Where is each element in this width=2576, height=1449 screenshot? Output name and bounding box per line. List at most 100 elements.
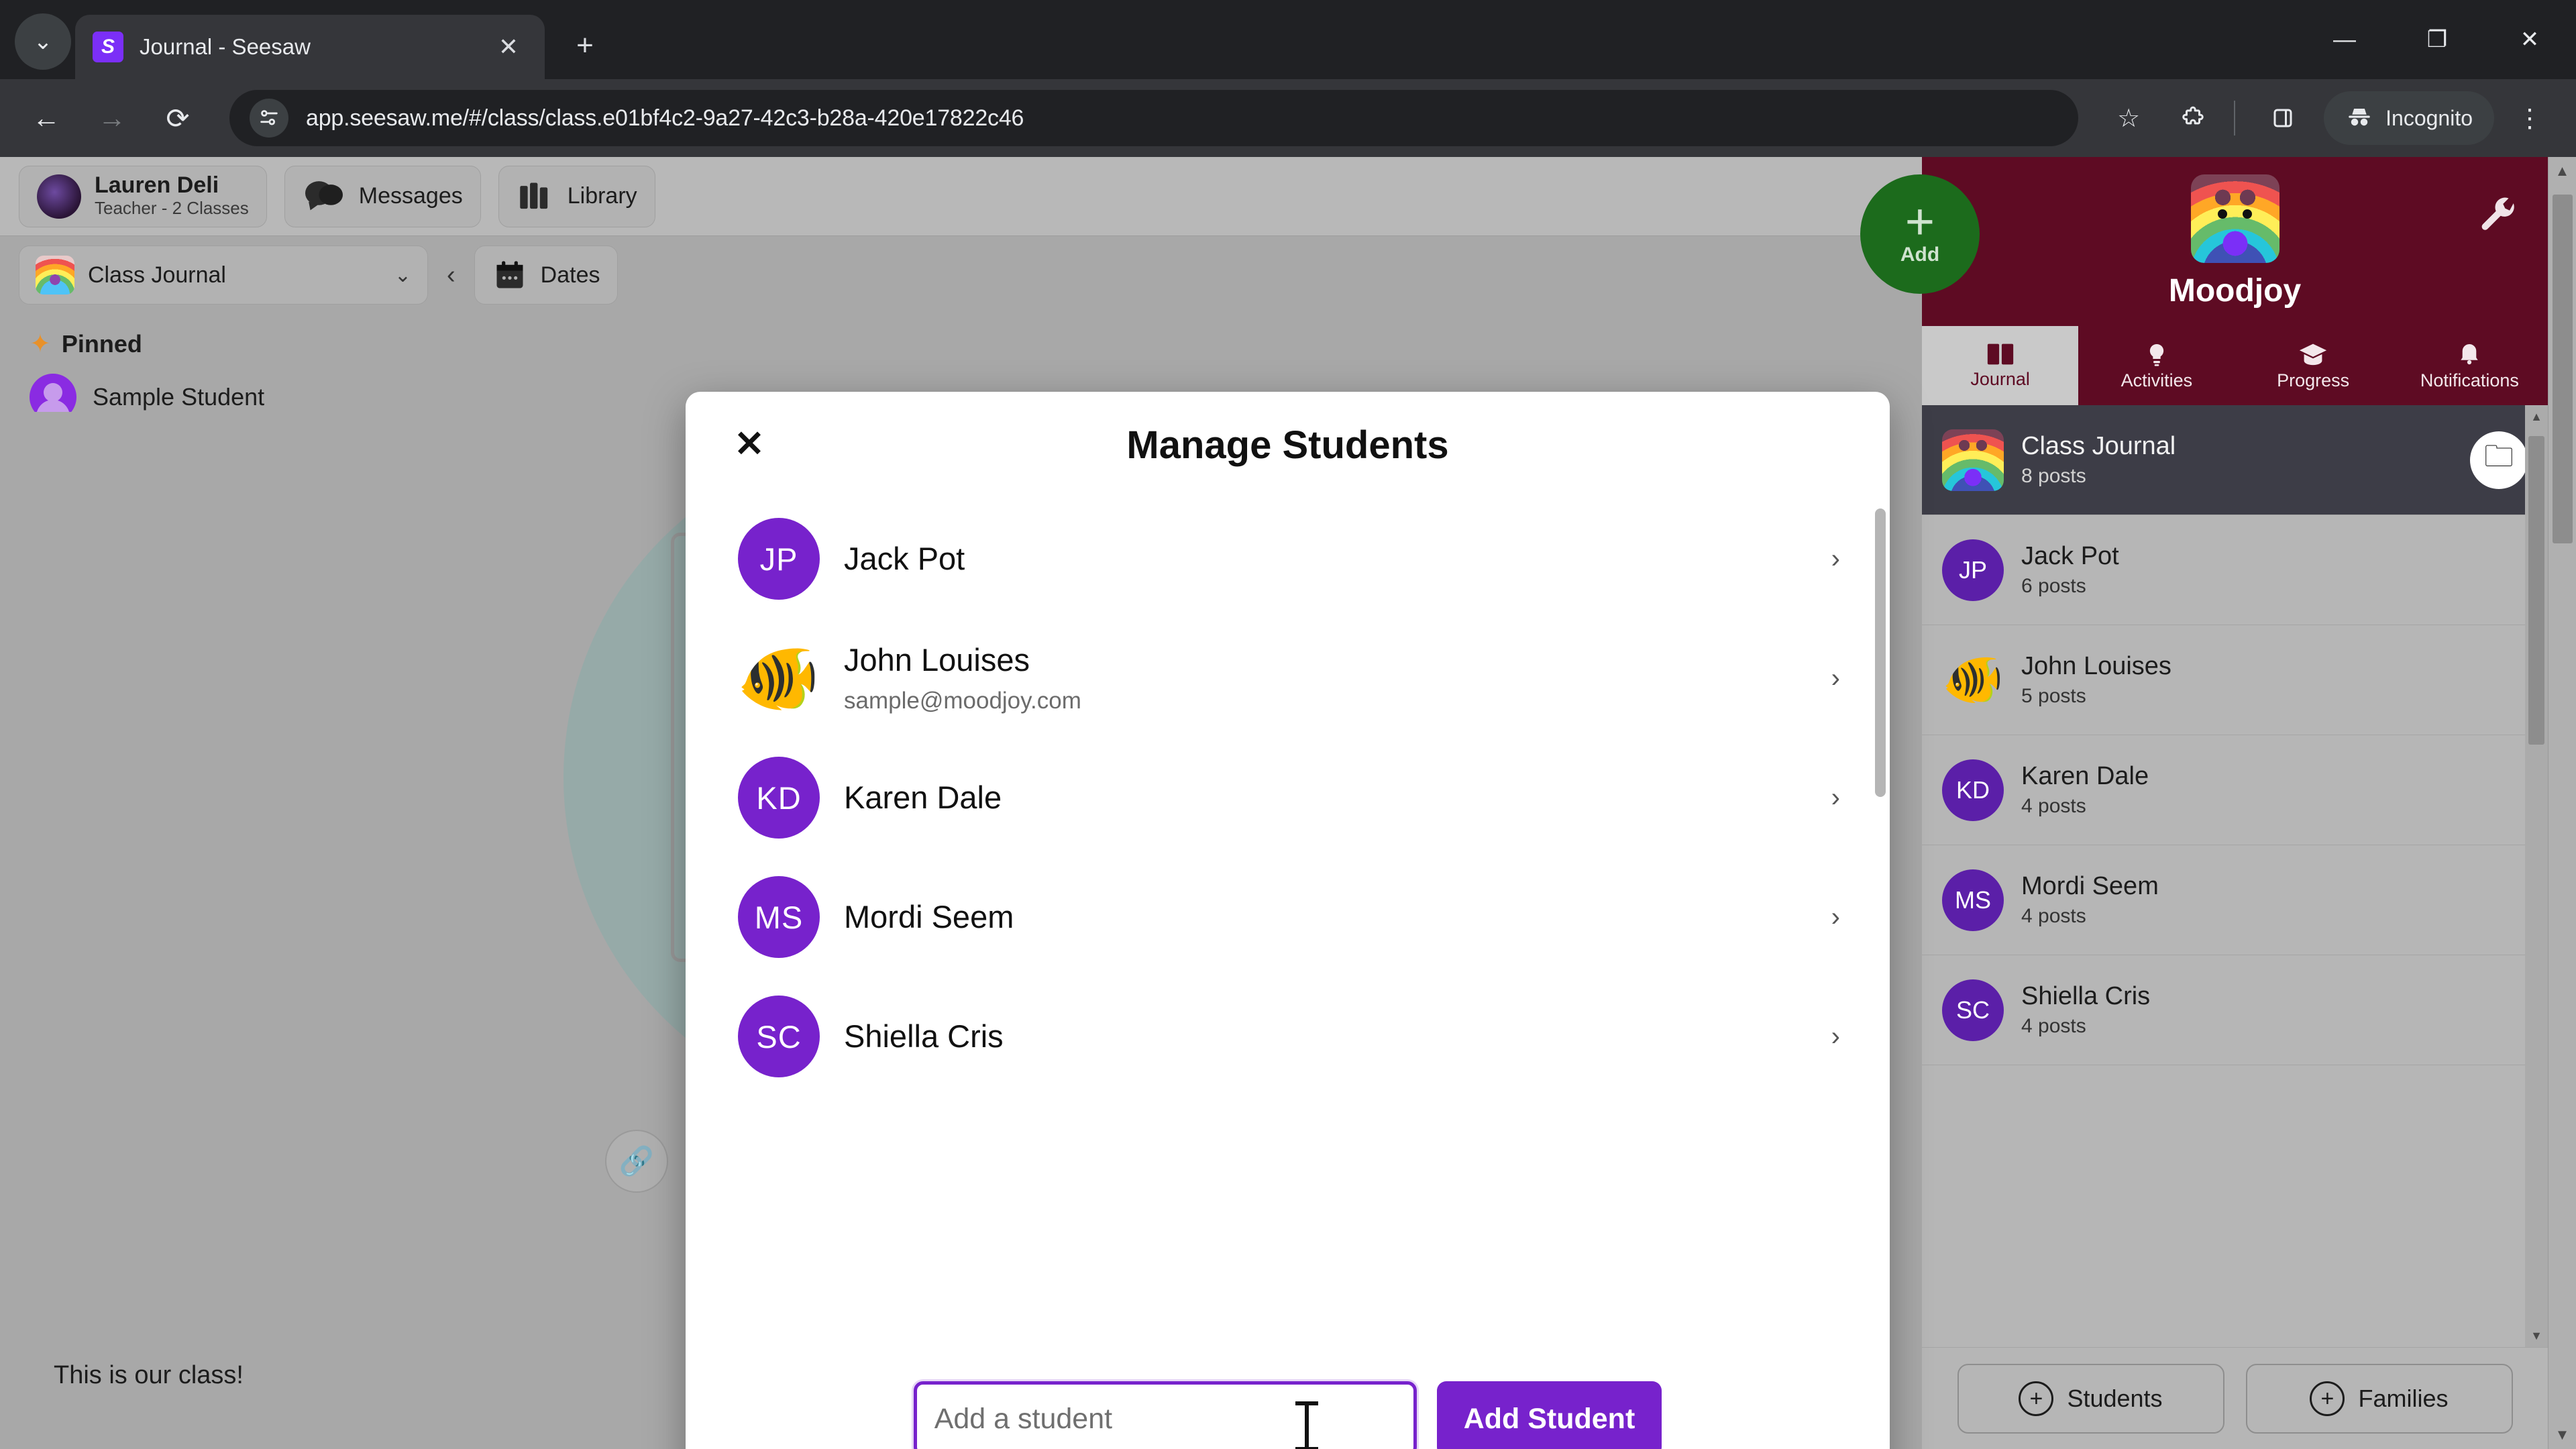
chevron-right-icon[interactable]: › (1831, 544, 1849, 574)
tab-activities[interactable]: Activities (2078, 326, 2235, 405)
chevron-left-icon[interactable]: ‹ (440, 261, 462, 290)
incognito-label: Incognito (2385, 105, 2473, 130)
avatar: MS (738, 876, 820, 958)
tab-notifications[interactable]: Notifications (2392, 326, 2548, 405)
bookmark-star-icon[interactable]: ☆ (2100, 89, 2157, 147)
teacher-profile-chip[interactable]: Lauren Deli Teacher - 2 Classes (19, 165, 267, 227)
browser-tab[interactable]: S Journal - Seesaw ✕ (75, 15, 545, 79)
close-icon[interactable]: ✕ (726, 420, 773, 467)
add-student-input[interactable] (913, 1381, 1417, 1449)
modal-footer: Add Student Paste list of student names (686, 1381, 1890, 1449)
table-row[interactable]: 🐠 John Louises sample@moodjoy.com › (686, 619, 1890, 738)
library-button[interactable]: Library (498, 165, 655, 227)
chevron-right-icon[interactable]: › (1831, 663, 1849, 694)
student-name: John Louises (844, 641, 1030, 678)
chevron-right-icon[interactable]: › (1831, 902, 1849, 932)
avatar: JP (738, 518, 820, 600)
maximize-icon[interactable]: ❐ (2391, 0, 2483, 79)
tab-activities-label: Activities (2121, 370, 2193, 390)
add-post-button[interactable]: + Add (1860, 174, 1980, 294)
incognito-badge[interactable]: Incognito (2324, 91, 2494, 145)
list-item-posts: 5 posts (2021, 684, 2086, 707)
avatar: SC (1942, 979, 2004, 1041)
list-item[interactable]: SC Shiella Cris 4 posts (1922, 955, 2548, 1065)
pin-star-icon: ✦ (30, 330, 51, 358)
student-name: Jack Pot (844, 541, 965, 577)
chevron-right-icon[interactable]: › (1831, 783, 1849, 813)
plus-circle-icon: + (2310, 1381, 2345, 1416)
list-item[interactable]: KD Karen Dale 4 posts (1922, 735, 2548, 845)
page-title: Manage Students (1126, 423, 1449, 467)
chrome-menu-icon[interactable]: ⋮ (2501, 89, 2559, 147)
avatar: MS (1942, 869, 2004, 931)
table-row[interactable]: JP Jack Pot › (686, 499, 1890, 619)
chevron-down-icon: ⌄ (394, 264, 411, 286)
toolbar-actions: ☆ Incognito ⋮ (2093, 89, 2559, 147)
back-icon[interactable]: ← (17, 89, 75, 147)
modal-scrollbar-thumb[interactable] (1875, 508, 1886, 797)
sidebar-tabs: Journal Activities Progress Notification… (1922, 326, 2548, 405)
table-row[interactable]: MS Mordi Seem › (686, 857, 1890, 977)
address-bar[interactable]: app.seesaw.me/#/class/class.e01bf4c2-9a2… (229, 90, 2079, 146)
extensions-icon[interactable] (2164, 89, 2222, 147)
add-families-label: Families (2358, 1384, 2449, 1412)
close-window-icon[interactable]: ✕ (2483, 0, 2576, 79)
chevron-right-icon[interactable]: › (1831, 1022, 1849, 1052)
avatar: SC (738, 996, 820, 1077)
folder-icon[interactable]: 🗀 (2470, 431, 2528, 489)
modal-scrollbar[interactable] (1871, 499, 1890, 1381)
browser-toolbar: ← → ⟳ app.seesaw.me/#/class/class.e01bf4… (0, 79, 2576, 157)
settings-wrench-icon[interactable] (2477, 195, 2518, 246)
list-item-posts: 6 posts (2021, 574, 2086, 597)
tab-journal[interactable]: Journal (1922, 326, 2079, 405)
library-books-icon (520, 182, 547, 209)
table-row[interactable]: KD Karen Dale › (686, 738, 1890, 857)
page-scroll-up-icon[interactable]: ▲ (2548, 157, 2576, 185)
student-name: Karen Dale (844, 780, 1002, 816)
avatar: KD (738, 757, 820, 839)
side-panel-icon[interactable] (2254, 89, 2312, 147)
page-scrollbar[interactable]: ▲ ▼ (2548, 157, 2576, 1449)
reload-icon[interactable]: ⟳ (149, 89, 207, 147)
link-icon[interactable]: 🔗 (605, 1130, 668, 1193)
text-cursor (1295, 1401, 1318, 1449)
scrollbar-thumb[interactable] (2528, 436, 2544, 745)
tab-progress[interactable]: Progress (2235, 326, 2392, 405)
list-item[interactable]: JP Jack Pot 6 posts (1922, 515, 2548, 625)
site-settings-icon[interactable] (250, 99, 288, 138)
list-item[interactable]: Class Journal 8 posts 🗀 (1922, 405, 2548, 515)
class-journal-select[interactable]: Class Journal ⌄ (19, 246, 428, 305)
tab-notifications-label: Notifications (2420, 370, 2519, 390)
list-item[interactable]: 🐠 John Louises 5 posts (1922, 625, 2548, 735)
post-caption: This is our class! (54, 1361, 244, 1389)
messages-button[interactable]: Messages (284, 165, 481, 227)
table-row[interactable]: SC Shiella Cris › (686, 977, 1890, 1096)
forward-icon[interactable]: → (83, 89, 141, 147)
student-email: sample@moodjoy.com (844, 688, 1081, 714)
tab-title: Journal - Seesaw (140, 34, 311, 59)
add-families-button[interactable]: + Families (2245, 1363, 2513, 1434)
scroll-down-icon[interactable]: ▼ (2525, 1324, 2548, 1347)
add-student-button[interactable]: Add Student (1436, 1381, 1662, 1449)
messages-label: Messages (358, 183, 463, 209)
fish-avatar-icon: 🐠 (1941, 651, 2004, 707)
plus-circle-icon: + (2019, 1381, 2054, 1416)
minimize-icon[interactable]: — (2298, 0, 2391, 79)
class-name: Moodjoy (2168, 272, 2302, 309)
plus-icon: + (1904, 193, 1935, 250)
tab-close-icon[interactable]: ✕ (490, 28, 527, 66)
new-tab-button[interactable]: + (558, 19, 612, 72)
scroll-up-icon[interactable]: ▲ (2525, 405, 2548, 428)
list-item-name: Karen Dale (2021, 762, 2149, 791)
calendar-icon (496, 261, 523, 288)
sidebar-scrollbar[interactable]: ▲ ▼ (2525, 405, 2548, 1347)
seesaw-favicon-icon: S (93, 32, 123, 62)
add-students-button[interactable]: + Students (1957, 1363, 2224, 1434)
lightbulb-icon (2149, 343, 2164, 366)
list-item[interactable]: MS Mordi Seem 4 posts (1922, 845, 2548, 955)
page-scrollbar-thumb[interactable] (2553, 195, 2573, 543)
class-avatar-icon (36, 256, 74, 294)
page-scroll-down-icon[interactable]: ▼ (2548, 1421, 2576, 1449)
tab-search-icon[interactable]: ⌄ (15, 13, 71, 70)
dates-filter-button[interactable]: Dates (474, 246, 619, 305)
